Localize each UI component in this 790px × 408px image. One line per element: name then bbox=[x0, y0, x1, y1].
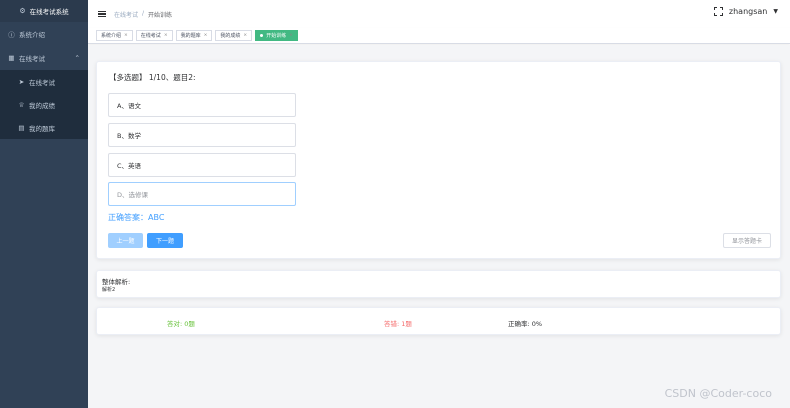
hamburger-icon[interactable] bbox=[98, 10, 106, 18]
correct-count: 答对: 0题 bbox=[167, 320, 195, 328]
breadcrumb: 在线考试 / 开始训练 bbox=[114, 10, 172, 19]
username[interactable]: zhangsan bbox=[729, 7, 767, 16]
tag-start-training[interactable]: 开始训练 × bbox=[255, 30, 298, 41]
sidebar-logo[interactable]: ⚙ 在线考试系统 bbox=[0, 0, 88, 22]
breadcrumb-separator: / bbox=[142, 9, 145, 17]
tag-label: 系统介绍 bbox=[101, 33, 122, 39]
sidebar-item-label: 我的题库 bbox=[29, 124, 55, 133]
next-question-button[interactable]: 下一题 bbox=[147, 233, 183, 248]
wrong-count: 答错: 1题 bbox=[384, 320, 412, 328]
tag-label: 我的成绩 bbox=[220, 33, 241, 39]
caret-down-icon[interactable]: ▼ bbox=[773, 8, 778, 15]
show-answer-card-button[interactable]: 显示答题卡 bbox=[723, 233, 771, 248]
breadcrumb-current: 开始训练 bbox=[148, 11, 173, 19]
close-icon[interactable]: × bbox=[243, 33, 247, 38]
analysis-card: 整体解析: 解析2 bbox=[96, 270, 781, 298]
analysis-title: 整体解析: bbox=[102, 278, 131, 286]
sidebar-item-label: 我的成绩 bbox=[29, 101, 55, 110]
sidebar-item-my-scores[interactable]: ♕ 我的成绩 bbox=[0, 93, 88, 116]
sidebar-submenu: ➤ 在线考试 ♕ 我的成绩 ▤ 我的题库 bbox=[0, 70, 88, 139]
main-content: 【多选题】 1/10、题目2: A、语文 B、数学 C、英语 D、选修课 正确答… bbox=[88, 45, 790, 408]
sidebar-item-label: 在线考试 bbox=[29, 78, 55, 87]
tag-label: 在线考试 bbox=[140, 33, 161, 39]
tag-my-scores[interactable]: 我的成绩 × bbox=[215, 30, 253, 41]
book-icon: ▤ bbox=[18, 123, 25, 132]
option-a[interactable]: A、语文 bbox=[108, 93, 296, 117]
correct-answer: 正确答案：ABC bbox=[108, 213, 165, 222]
tag-label: 开始训练 bbox=[266, 33, 287, 39]
stats-card: 答对: 0题 答错: 1题 正确率: 0% bbox=[96, 307, 781, 335]
active-dot-icon bbox=[260, 34, 264, 37]
watermark: CSDN @Coder-coco bbox=[664, 387, 772, 400]
grid-icon: ▦ bbox=[8, 54, 15, 62]
sidebar-item-intro[interactable]: ⓘ 系统介绍 bbox=[0, 22, 88, 46]
close-icon[interactable]: × bbox=[204, 33, 208, 38]
app-title: 在线考试系统 bbox=[29, 8, 69, 16]
tag-my-bank[interactable]: 我的题库 × bbox=[175, 30, 213, 41]
accuracy-rate: 正确率: 0% bbox=[508, 320, 543, 328]
close-icon[interactable]: × bbox=[289, 33, 293, 38]
tag-online-exam[interactable]: 在线考试 × bbox=[135, 30, 173, 41]
option-c[interactable]: C、英语 bbox=[108, 153, 296, 177]
sidebar-item-online-exam[interactable]: ➤ 在线考试 bbox=[0, 70, 88, 93]
info-icon: ⓘ bbox=[8, 31, 15, 39]
tags-view: 系统介绍 × 在线考试 × 我的题库 × 我的成绩 × 开始训练 × bbox=[88, 28, 790, 44]
send-icon: ➤ bbox=[18, 77, 25, 86]
sidebar-item-my-bank[interactable]: ▤ 我的题库 bbox=[0, 116, 88, 139]
header-right: zhangsan ▼ bbox=[713, 7, 778, 16]
option-b[interactable]: B、数学 bbox=[108, 123, 296, 147]
chevron-up-icon: ⌃ bbox=[74, 54, 80, 62]
sidebar-item-exam[interactable]: ▦ 在线考试 ⌃ bbox=[0, 46, 88, 70]
tag-intro[interactable]: 系统介绍 × bbox=[96, 30, 133, 41]
logo-icon: ⚙ bbox=[19, 7, 26, 15]
sidebar-item-label: 在线考试 bbox=[19, 55, 45, 63]
sidebar-item-label: 系统介绍 bbox=[19, 31, 45, 39]
question-card: 【多选题】 1/10、题目2: A、语文 B、数学 C、英语 D、选修课 正确答… bbox=[96, 61, 781, 259]
option-d[interactable]: D、选修课 bbox=[108, 182, 296, 206]
question-title: 【多选题】 1/10、题目2: bbox=[109, 73, 196, 82]
breadcrumb-item[interactable]: 在线考试 bbox=[114, 10, 138, 19]
close-icon[interactable]: × bbox=[124, 33, 128, 38]
sidebar: ⚙ 在线考试系统 ⓘ 系统介绍 ▦ 在线考试 ⌃ ➤ 在线考试 ♕ 我的成绩 ▤… bbox=[0, 0, 88, 408]
trophy-icon: ♕ bbox=[18, 100, 25, 109]
close-icon[interactable]: × bbox=[164, 33, 168, 38]
prev-question-button[interactable]: 上一题 bbox=[108, 233, 143, 248]
tag-label: 我的题库 bbox=[180, 33, 201, 39]
analysis-body: 解析2 bbox=[102, 287, 116, 293]
navbar: 在线考试 / 开始训练 zhangsan ▼ bbox=[88, 0, 790, 28]
fullscreen-icon[interactable] bbox=[713, 7, 723, 16]
